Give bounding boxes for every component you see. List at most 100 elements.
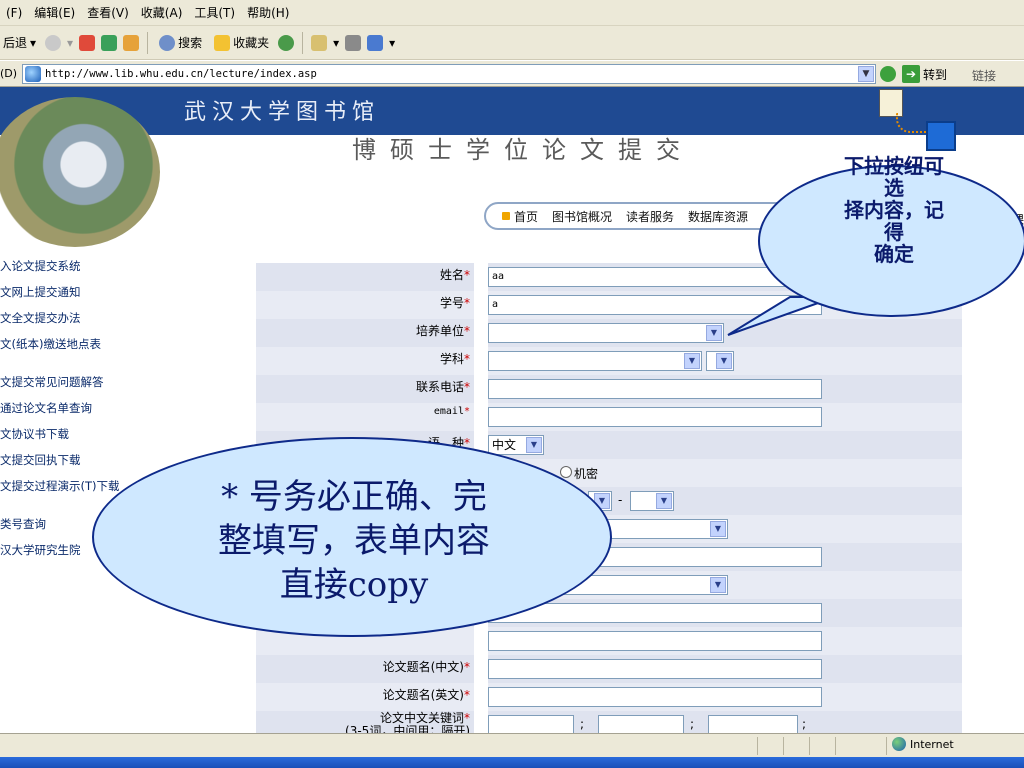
field-label: 联系电话*	[256, 375, 474, 403]
field-label: email*	[256, 403, 474, 431]
email-input[interactable]	[488, 407, 822, 427]
home-icon[interactable]	[123, 34, 140, 51]
library-name: 武汉大学图书馆	[184, 100, 381, 125]
globe-icon	[892, 737, 906, 751]
language-select[interactable]: 中文 ▼	[488, 435, 544, 455]
keyword-input-3[interactable]	[708, 715, 798, 733]
keyword-separator: ;	[580, 717, 585, 731]
header-banner	[0, 87, 1024, 135]
keyword-input-1[interactable]	[488, 715, 574, 733]
phone-input[interactable]	[488, 379, 822, 399]
history-icon[interactable]	[278, 34, 295, 51]
form-row-unit: 培养单位* ▼	[256, 319, 962, 347]
field-label: 论文题名(英文)*	[256, 683, 474, 711]
search-icon	[159, 34, 176, 51]
address-field[interactable]: http://www.lib.whu.edu.cn/lecture/index.…	[22, 64, 876, 84]
menu-tools[interactable]: 工具(T)	[188, 4, 241, 21]
mail-icon[interactable]	[311, 34, 328, 51]
sidebar-item[interactable]: 文协议书下载	[0, 427, 120, 453]
sidebar-item[interactable]: 文提交常见问题解答	[0, 375, 120, 401]
toolbar-separator	[302, 31, 304, 54]
stop-icon[interactable]	[79, 34, 96, 51]
chevron-down-icon: ▼	[684, 353, 700, 369]
computer-icon	[926, 121, 956, 151]
keyword-separator: ;	[690, 717, 695, 731]
secret-radio[interactable]	[560, 466, 572, 478]
title-cn-input[interactable]	[488, 659, 822, 679]
keyword-separator: ;	[802, 717, 807, 731]
toolbar-separator	[147, 31, 149, 54]
field-label: 姓名*	[256, 263, 474, 291]
sidebar-item[interactable]: 文全文提交办法	[0, 311, 120, 337]
address-url[interactable]: http://www.lib.whu.edu.cn/lecture/index.…	[45, 68, 317, 80]
keywords-hint: (3-5词，中间用；隔开)	[345, 724, 470, 734]
sidebar-item[interactable]: 通过论文名单查询	[0, 401, 120, 427]
go-label: 转到	[923, 67, 948, 82]
secret-option-label: 机密	[574, 467, 599, 481]
form-row-email: email*	[256, 403, 962, 431]
status-bar: Internet	[0, 733, 1024, 757]
form-row-subject: 学科* ▼ ▼	[256, 347, 962, 375]
chevron-down-icon: ▼	[710, 577, 726, 593]
chevron-down-icon[interactable]: ▾	[389, 36, 395, 50]
page-viewport: 武汉大学图书馆 博硕士学位论文提交 首页 图书馆概况 读者服务 数据库资源 课 …	[0, 87, 1024, 733]
nav-reader-services[interactable]: 读者服务	[626, 208, 674, 225]
menu-help[interactable]: 帮助(H)	[241, 4, 295, 21]
sidebar-item[interactable]: 文网上提交通知	[0, 285, 120, 311]
system-title: 博硕士学位论文提交	[352, 136, 694, 164]
student-id-input[interactable]: a	[488, 295, 822, 315]
unit-select[interactable]: ▼	[488, 323, 724, 343]
address-bar: (D) http://www.lib.whu.edu.cn/lecture/in…	[0, 61, 1024, 87]
chevron-down-icon: ▼	[710, 521, 726, 537]
title-en-input[interactable]	[488, 687, 822, 707]
chevron-down-icon[interactable]: ▾	[67, 36, 73, 50]
chevron-down-icon: ▼	[656, 493, 672, 509]
field-label: 学科*	[256, 347, 474, 375]
chevron-down-icon: ▼	[716, 353, 732, 369]
search-button[interactable]: 搜索	[156, 32, 205, 53]
nav-database-resources[interactable]: 数据库资源	[688, 208, 748, 225]
search-label: 搜索	[178, 36, 203, 50]
edit-icon[interactable]	[367, 34, 384, 51]
form-row-title-cn: 论文题名(中文)*	[256, 655, 962, 683]
shield-icon[interactable]	[880, 66, 896, 82]
menu-edit[interactable]: 编辑(E)	[28, 4, 81, 21]
text-input[interactable]	[488, 631, 822, 651]
day-select[interactable]: ▼	[630, 491, 674, 511]
sidebar-item[interactable]: 入论文提交系统	[0, 259, 120, 285]
address-dropdown-icon[interactable]: ▼	[858, 66, 874, 82]
menu-file[interactable]: (F)	[0, 6, 28, 20]
chevron-down-icon: ▼	[706, 325, 722, 341]
chevron-down-icon: ▾	[30, 35, 37, 50]
sidebar-item[interactable]: 文提交回执下载	[0, 453, 120, 479]
back-button[interactable]: 后退 ▾	[0, 32, 39, 53]
taskbar	[0, 757, 1024, 768]
menu-favorites[interactable]: 收藏(A)	[135, 4, 189, 21]
links-label[interactable]: 链接	[972, 67, 996, 84]
menu-view[interactable]: 查看(V)	[81, 4, 135, 21]
chevron-down-icon[interactable]: ▾	[333, 36, 339, 50]
keyword-input-2[interactable]	[598, 715, 684, 733]
favorites-label: 收藏夹	[233, 36, 270, 50]
sidebar-item[interactable]: 文(纸本)缴送地点表	[0, 337, 120, 375]
print-icon[interactable]	[345, 34, 362, 51]
field-label: 学号*	[256, 291, 474, 319]
toolbar: 后退 ▾ ▾ 搜索 收藏夹 ▾ ▾	[0, 26, 1024, 60]
callout-required-hint: * 号务必正确、完 整填写，表单内容 直接copy	[92, 437, 612, 637]
bullet-icon	[502, 212, 510, 220]
field-label: 论文中文关键词* (3-5词，中间用；隔开)	[256, 711, 474, 733]
nav-library-overview[interactable]: 图书馆概况	[552, 208, 612, 225]
subject-sub-select[interactable]: ▼	[706, 351, 734, 371]
page-icon	[25, 66, 41, 82]
forward-icon[interactable]	[45, 34, 62, 51]
arrow-decoration	[896, 113, 926, 133]
form-row-keywords: 论文中文关键词* (3-5词，中间用；隔开) ; ; ;	[256, 711, 962, 733]
subject-select[interactable]: ▼	[488, 351, 702, 371]
date-dash: -	[618, 493, 623, 507]
go-button[interactable]: ➔ 转到	[902, 65, 947, 83]
menu-bar: (F) 编辑(E) 查看(V) 收藏(A) 工具(T) 帮助(H)	[0, 0, 1024, 26]
nav-home[interactable]: 首页	[514, 208, 538, 225]
favorites-button[interactable]: 收藏夹	[211, 32, 272, 53]
form-row-title-en: 论文题名(英文)*	[256, 683, 962, 711]
refresh-icon[interactable]	[101, 34, 118, 51]
